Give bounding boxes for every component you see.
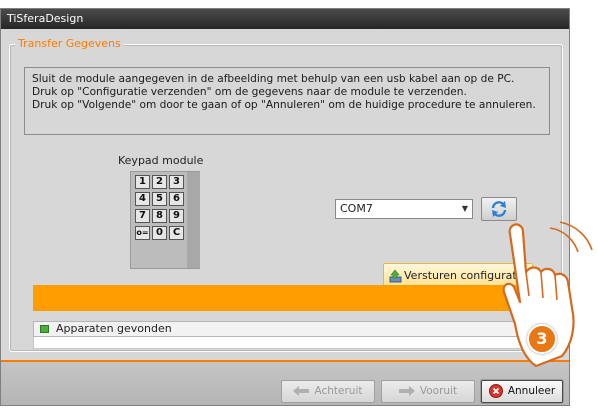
title-bar: TiSferaDesign xyxy=(1,9,569,29)
instruction-line: Sluit de module aangegeven in de afbeeld… xyxy=(32,73,515,85)
keypad-key: o= xyxy=(135,226,150,240)
chevron-down-icon: ▼ xyxy=(461,204,468,213)
com-port-select[interactable]: COM7 ▼ xyxy=(335,199,473,219)
devices-list-area xyxy=(33,337,551,349)
keypad-key: 3 xyxy=(169,175,184,189)
back-button-label: Achteruit xyxy=(314,385,363,397)
device-found-icon xyxy=(40,325,49,333)
cancel-icon xyxy=(488,384,503,398)
devices-found-label: Apparaten gevonden xyxy=(56,322,172,335)
keypad-module-image: 1 2 3 4 5 6 7 8 9 o= 0 C xyxy=(130,171,200,269)
keypad-key: 7 xyxy=(135,209,150,223)
cancel-button[interactable]: Annuleer xyxy=(481,380,563,403)
group-title: Transfer Gegevens xyxy=(15,37,124,50)
arrow-right-icon xyxy=(398,386,415,396)
next-button[interactable]: Vooruit xyxy=(381,380,475,403)
instruction-line: Druk op "Configuratie verzenden" om de g… xyxy=(32,86,467,98)
instruction-line: Druk op "Volgende" om door te gaan of op… xyxy=(32,99,536,111)
app-window: TiSferaDesign Transfer Gegevens Sluit de… xyxy=(0,8,570,406)
keypad-key: 5 xyxy=(152,192,167,206)
keypad-module-label: Keypad module xyxy=(118,154,204,167)
keypad-key: 2 xyxy=(152,175,167,189)
refresh-icon xyxy=(491,201,507,217)
keypad-side-strip xyxy=(187,172,200,268)
keypad-key: 9 xyxy=(169,209,184,223)
step-badge: 3 xyxy=(527,324,557,354)
keypad-key: 8 xyxy=(152,209,167,223)
transfer-progress-bar xyxy=(33,285,551,311)
keypad-key: 6 xyxy=(169,192,184,206)
arrow-left-icon xyxy=(293,386,310,396)
instructions-box: Sluit de module aangegeven in de afbeeld… xyxy=(24,67,550,135)
com-port-value: COM7 xyxy=(340,202,373,215)
keypad-key: 0 xyxy=(152,226,167,240)
back-button[interactable]: Achteruit xyxy=(281,380,375,403)
wizard-footer: Achteruit Vooruit Annuleer xyxy=(1,362,569,405)
keypad-key: 4 xyxy=(135,192,150,206)
keypad-key: 1 xyxy=(135,175,150,189)
cancel-button-label: Annuleer xyxy=(507,385,556,397)
keypad-key: C xyxy=(169,226,184,240)
next-button-label: Vooruit xyxy=(419,385,458,397)
window-title: TiSferaDesign xyxy=(7,12,84,25)
upload-icon xyxy=(389,269,402,283)
refresh-ports-button[interactable] xyxy=(481,197,517,221)
devices-found-item[interactable]: Apparaten gevonden xyxy=(33,321,551,337)
